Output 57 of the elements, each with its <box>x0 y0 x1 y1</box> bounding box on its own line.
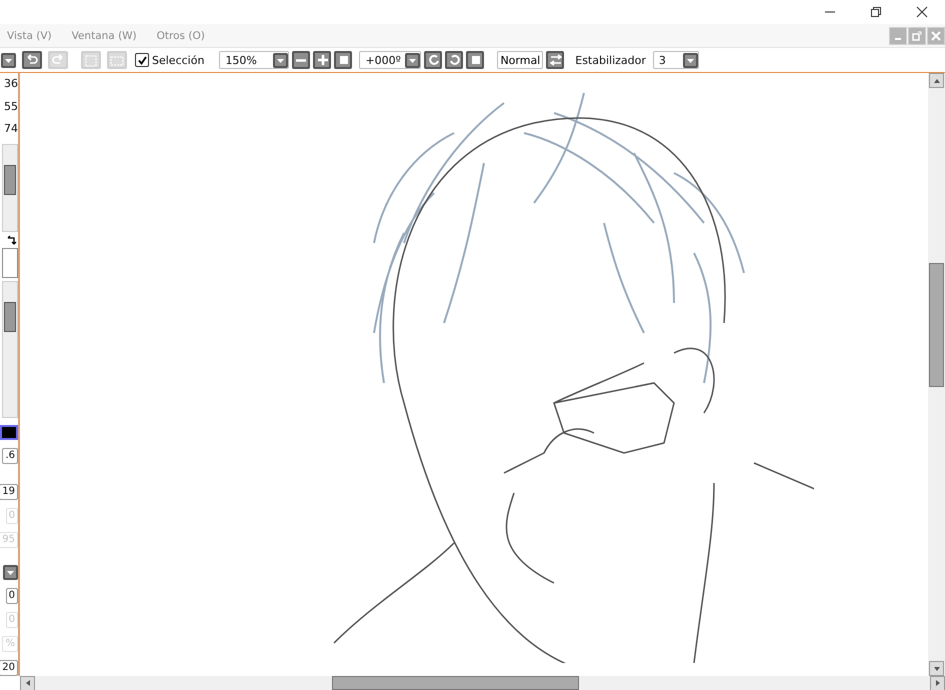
checkbox[interactable] <box>135 53 149 67</box>
scroll-up-button[interactable] <box>929 73 944 88</box>
plus-icon <box>315 52 330 68</box>
zoom-in-button[interactable] <box>313 51 332 69</box>
swap-arrows-icon <box>548 52 562 68</box>
triangle-left-icon <box>24 679 32 687</box>
zoom-out-button[interactable] <box>292 51 310 69</box>
checkbox-label: Selección <box>152 54 204 66</box>
maximize-icon <box>912 30 922 40</box>
selection-icon <box>83 53 99 67</box>
rotate-left-button[interactable] <box>424 51 442 69</box>
value-label: 36 <box>4 76 18 92</box>
rotate-right-button[interactable] <box>445 51 464 69</box>
triangle-down-icon <box>932 664 940 672</box>
rotation-dropdown[interactable]: +000º <box>359 51 422 69</box>
vertical-scrollbar[interactable] <box>928 73 945 676</box>
value-label: 74 <box>4 121 18 138</box>
restore-icon <box>870 6 882 18</box>
reset-rotation-button[interactable] <box>466 51 484 69</box>
value-field[interactable]: .6 <box>2 448 18 464</box>
color-swatch[interactable] <box>2 248 18 278</box>
stabilizer-label: Estabilizador <box>575 54 646 66</box>
value-field[interactable]: 0 <box>6 588 18 604</box>
scrollbar-thumb[interactable] <box>929 263 944 387</box>
value-label: 55 <box>4 98 18 115</box>
swap-arrows-icon <box>6 234 18 246</box>
rotate-left-icon <box>426 52 440 68</box>
minimize-icon <box>895 38 901 40</box>
flip-button[interactable] <box>546 51 564 69</box>
reset-zoom-button[interactable] <box>334 51 352 69</box>
close-icon <box>931 30 941 40</box>
dropdown-button[interactable] <box>1 52 16 68</box>
scrollbar[interactable] <box>2 280 18 418</box>
checkmark-icon <box>136 54 148 66</box>
zoom-dropdown[interactable]: 150% <box>219 51 290 69</box>
caret-icon <box>6 568 15 578</box>
triangle-up-icon <box>932 76 940 84</box>
value-field[interactable]: 20 <box>0 660 18 676</box>
scroll-down-button[interactable] <box>929 661 944 676</box>
scroll-right-button[interactable] <box>930 676 945 690</box>
stabilizer-dropdown[interactable]: 3 <box>652 51 699 69</box>
dropdown-button[interactable] <box>682 52 698 68</box>
dropdown-button[interactable] <box>273 52 288 68</box>
color-swatch[interactable] <box>0 425 18 440</box>
rotate-right-icon <box>447 52 462 68</box>
scrollbar-thumb[interactable] <box>332 676 579 690</box>
triangle-right-icon <box>934 679 942 687</box>
blend-mode-field[interactable]: Normal <box>497 51 544 69</box>
dropdown-button[interactable] <box>3 565 18 580</box>
horizontal-scrollbar[interactable] <box>20 676 945 690</box>
scroll-left-button[interactable] <box>20 676 35 690</box>
dropdown-button[interactable] <box>405 52 420 68</box>
minus-icon <box>296 58 306 62</box>
scrollbar[interactable] <box>2 144 18 232</box>
undo-button[interactable] <box>22 51 42 69</box>
value-field[interactable]: 19 <box>0 484 18 500</box>
close-icon <box>916 6 928 18</box>
